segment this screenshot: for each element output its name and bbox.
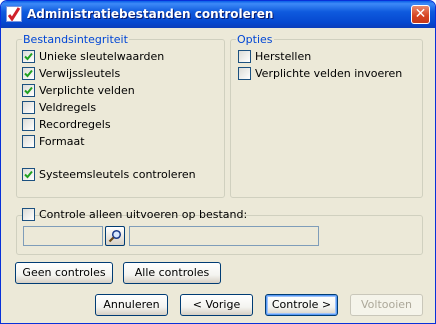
checkbox-label: Verplichte velden bbox=[39, 84, 135, 97]
checkbox-label: Verplichte velden invoeren bbox=[255, 67, 403, 80]
no-checks-button[interactable]: Geen controles bbox=[15, 262, 113, 284]
search-icon bbox=[108, 229, 122, 243]
checkbox-box[interactable] bbox=[22, 118, 35, 131]
checkbox-label: Veldregels bbox=[39, 101, 97, 114]
system-keys-label: Systeemsleutels controleren bbox=[39, 168, 196, 181]
checkbox-box[interactable] bbox=[22, 168, 35, 181]
close-button[interactable]: ✕ bbox=[411, 5, 430, 24]
checkbox-label: Formaat bbox=[39, 135, 85, 148]
checkbox-label: Herstellen bbox=[255, 50, 312, 63]
options-legend: Opties bbox=[236, 33, 274, 46]
checkbox-box[interactable] bbox=[22, 67, 35, 80]
file-search-button[interactable] bbox=[105, 226, 125, 246]
dialog-window: Administratiebestanden controleren ✕ Bes… bbox=[0, 0, 436, 324]
file-name-input[interactable] bbox=[129, 226, 319, 246]
check-next-button[interactable]: Controle > bbox=[265, 294, 338, 316]
window-title: Administratiebestanden controleren bbox=[27, 7, 274, 21]
checkbox-label: Verwijssleutels bbox=[39, 67, 121, 80]
file-code-input[interactable] bbox=[23, 226, 103, 246]
title-bar[interactable]: Administratiebestanden controleren ✕ bbox=[1, 1, 435, 28]
integrity-legend: Bestandsintegriteit bbox=[22, 33, 129, 46]
close-icon: ✕ bbox=[414, 6, 427, 22]
checkbox-box[interactable] bbox=[22, 101, 35, 114]
checkmark-app-icon bbox=[6, 6, 22, 22]
finish-button: Voltooien bbox=[350, 294, 423, 316]
all-checks-button[interactable]: Alle controles bbox=[123, 262, 221, 284]
previous-button[interactable]: < Vorige bbox=[180, 294, 253, 316]
checkbox-box[interactable] bbox=[238, 67, 251, 80]
checkbox-box[interactable] bbox=[22, 50, 35, 63]
checkbox-label: Unieke sleutelwaarden bbox=[39, 50, 165, 63]
checkbox-label: Recordregels bbox=[39, 118, 111, 131]
file-check-label: Controle alleen uitvoeren op bestand: bbox=[39, 208, 248, 221]
checkbox-box[interactable] bbox=[238, 50, 251, 63]
cancel-button[interactable]: Annuleren bbox=[95, 294, 168, 316]
file-check-checkbox[interactable]: Controle alleen uitvoeren op bestand: bbox=[22, 208, 247, 221]
checkbox-box[interactable] bbox=[22, 208, 35, 221]
checkbox-box[interactable] bbox=[22, 135, 35, 148]
checkbox-box[interactable] bbox=[22, 84, 35, 97]
